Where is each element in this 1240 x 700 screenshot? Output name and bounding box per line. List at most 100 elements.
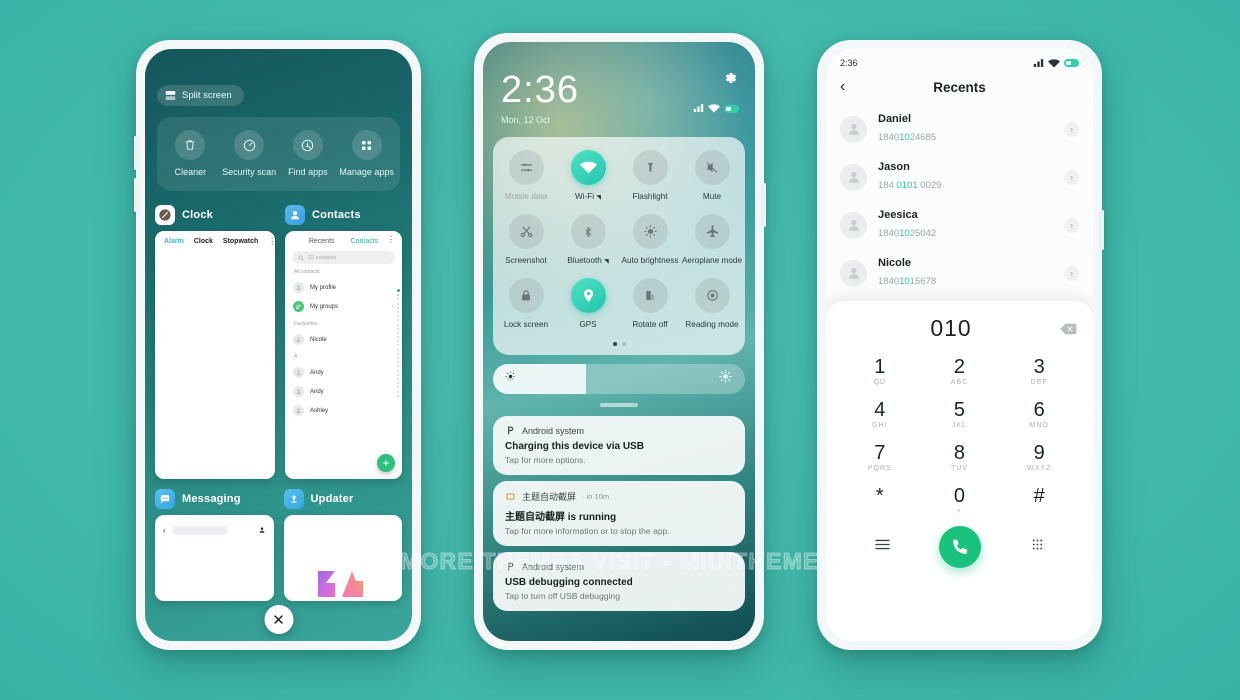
key-star[interactable]: * xyxy=(840,479,920,520)
brightness-slider[interactable] xyxy=(493,364,745,394)
chevron-right-icon[interactable]: › xyxy=(1064,217,1079,233)
qs-toggle-flashlight[interactable]: Flashlight xyxy=(619,150,681,201)
call-button[interactable] xyxy=(939,526,982,568)
add-contact-fab[interactable]: + xyxy=(377,454,395,472)
split-screen-button[interactable]: Split screen xyxy=(157,85,244,106)
qs-toggle-wifi[interactable]: Wi-Fi ◥ xyxy=(557,150,619,201)
qs-toggle-rotate-off[interactable]: Rotate off xyxy=(619,278,681,329)
qs-toggle-screenshot[interactable]: Screenshot xyxy=(495,214,557,265)
qs-toggle-gps[interactable]: GPS xyxy=(557,278,619,329)
chevron-right-icon[interactable]: › xyxy=(1064,121,1079,137)
key-9[interactable]: 9 WXYZ xyxy=(999,436,1079,477)
control-center-header: 2:36 Mon, 12 Oct xyxy=(483,42,755,125)
list-item[interactable]: My groups › xyxy=(285,297,402,316)
tool-manage-apps[interactable]: Manage apps xyxy=(339,130,395,178)
kebab-menu-icon[interactable]: ⋮ xyxy=(268,237,275,245)
key-letters: QD xyxy=(873,379,887,386)
list-item[interactable]: Andy xyxy=(285,382,402,401)
kebab-menu-icon[interactable]: ⋮ xyxy=(387,236,395,244)
tool-security-scan[interactable]: Security scan xyxy=(221,130,277,178)
clock-tab-alarm[interactable]: Alarm xyxy=(164,238,184,245)
recipient-chip xyxy=(171,525,228,535)
menu-lines-icon[interactable] xyxy=(874,538,891,556)
key-7[interactable]: 7 PQRS xyxy=(840,436,920,477)
notification-charging[interactable]: Android system Charging this device via … xyxy=(493,416,745,475)
add-person-icon[interactable] xyxy=(258,521,266,539)
recent-call-row[interactable]: Daniel 18401024685 › xyxy=(826,105,1093,153)
keypad-grid-icon[interactable] xyxy=(1030,537,1045,557)
tool-cleaner[interactable]: Cleaner xyxy=(162,130,218,178)
contact-number: 184 0101 0029 xyxy=(878,180,942,191)
list-item[interactable]: Nicole xyxy=(285,330,402,349)
status-icons xyxy=(693,104,739,113)
contacts-tab-recents[interactable]: Recents xyxy=(309,238,335,245)
chevron-right-icon[interactable]: › xyxy=(1064,265,1079,281)
alphabet-index[interactable] xyxy=(397,289,400,397)
key-0[interactable]: 0 + xyxy=(920,479,1000,520)
chevron-right-icon[interactable]: › xyxy=(1064,169,1079,185)
back-chevron-icon[interactable]: ‹ xyxy=(840,79,845,95)
notification-app-name: Android system xyxy=(522,425,585,436)
key-2[interactable]: 2 ABC xyxy=(920,350,1000,391)
recent-card-messaging[interactable]: Messaging ‹ xyxy=(155,489,274,601)
qs-toggle-reading-mode[interactable]: Reading mode xyxy=(681,278,743,329)
phone-control-center: 2:36 Mon, 12 Oct Mobile data Wi-Fi ◥ Fla… xyxy=(474,33,766,650)
list-item[interactable]: My profile xyxy=(285,278,402,297)
key-hash[interactable]: # xyxy=(999,479,1079,520)
avatar xyxy=(293,386,304,397)
close-all-button[interactable]: ✕ xyxy=(264,605,293,634)
card-app-name: Updater xyxy=(310,493,354,505)
qs-toggle-auto-brightness[interactable]: Auto brightness xyxy=(619,214,681,265)
recent-card-contacts[interactable]: Contacts Recents Contacts ⋮ 22 contacts … xyxy=(285,205,402,479)
notification-theme-screenshot[interactable]: 主题自动截屏 · in 10m 主题自动截屏 is running Tap fo… xyxy=(493,481,745,546)
recent-card-clock[interactable]: Clock Alarm Clock Stopwatch ⋮ xyxy=(155,205,275,479)
key-5[interactable]: 5 JKL xyxy=(920,393,1000,434)
key-digit: # xyxy=(1033,485,1045,507)
qs-toggle-lock-screen[interactable]: Lock screen xyxy=(495,278,557,329)
quick-settings-page-dots[interactable] xyxy=(495,342,743,346)
backspace-icon[interactable] xyxy=(1060,322,1077,335)
back-chevron-icon[interactable]: ‹ xyxy=(163,526,166,535)
list-item[interactable]: Andy xyxy=(285,363,402,382)
drag-handle[interactable] xyxy=(600,403,638,407)
qs-label: Flashlight xyxy=(632,192,668,201)
list-item[interactable]: Ashley xyxy=(285,401,402,420)
key-6[interactable]: 6 MNO xyxy=(999,393,1079,434)
key-4[interactable]: 4 GHI xyxy=(840,393,920,434)
avatar xyxy=(840,259,867,287)
clock-tab-stopwatch[interactable]: Stopwatch xyxy=(223,238,258,245)
contacts-search-input[interactable]: 22 contacts xyxy=(292,251,395,264)
recent-call-row[interactable]: Jason 184 0101 0029 › xyxy=(826,153,1093,201)
volume-up-button[interactable] xyxy=(134,136,137,170)
key-8[interactable]: 8 TUV xyxy=(920,436,1000,477)
power-button[interactable] xyxy=(763,183,766,227)
power-button[interactable] xyxy=(1101,210,1104,250)
qs-label: Wi-Fi ◥ xyxy=(575,192,601,201)
clock-tab-clock[interactable]: Clock xyxy=(194,238,213,245)
clock-tabs: Alarm Clock Stopwatch ⋮ xyxy=(155,231,275,245)
recent-call-row[interactable]: Jeesica 18401025042 › xyxy=(826,201,1093,249)
key-1[interactable]: 1 QD xyxy=(840,350,920,391)
qs-toggle-mobile-data[interactable]: Mobile data xyxy=(495,150,557,201)
key-digit: 8 xyxy=(953,442,966,464)
volume-down-button[interactable] xyxy=(134,178,137,212)
qs-toggle-mute[interactable]: Mute xyxy=(681,150,743,201)
notification-title: Charging this device via USB xyxy=(505,441,644,452)
qs-toggle-bluetooth[interactable]: Bluetooth ◥ xyxy=(557,214,619,265)
quick-settings-row-2: Screenshot Bluetooth ◥ Auto brightness A… xyxy=(495,214,743,265)
notification-usb-debugging[interactable]: Android system USB debugging connected T… xyxy=(493,552,745,611)
qs-toggle-aeroplane-mode[interactable]: Aeroplane mode xyxy=(681,214,743,265)
page-dot-1[interactable] xyxy=(612,342,617,346)
avatar xyxy=(293,301,304,312)
recent-call-info: Jeesica 18401025042 xyxy=(878,209,936,241)
dialed-number[interactable]: 010 xyxy=(842,315,1060,342)
recent-call-row[interactable]: Nicole 18401015678 › xyxy=(826,249,1093,297)
contacts-tab-contacts[interactable]: Contacts xyxy=(351,238,379,245)
key-digit: 3 xyxy=(1033,356,1045,378)
settings-button[interactable] xyxy=(722,70,738,91)
page-dot-2[interactable] xyxy=(621,342,626,346)
tool-find-apps[interactable]: Find apps xyxy=(280,130,336,178)
battery-icon xyxy=(1064,59,1079,67)
key-3[interactable]: 3 DEF xyxy=(999,350,1079,391)
recent-card-updater[interactable]: Updater xyxy=(283,489,402,601)
